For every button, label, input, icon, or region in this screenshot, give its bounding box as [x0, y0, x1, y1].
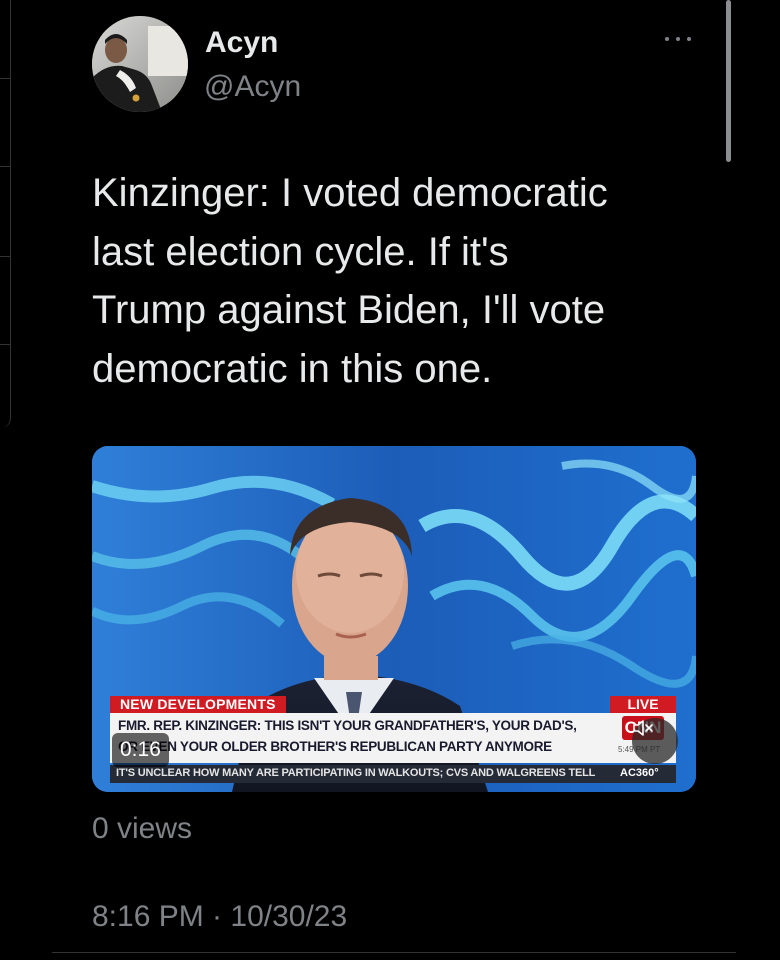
scrollbar[interactable]	[726, 0, 734, 165]
sidebar-divider	[0, 166, 10, 167]
display-name[interactable]: Acyn	[205, 26, 278, 60]
ticker-text: IT'S UNCLEAR HOW MANY ARE PARTICIPATING …	[116, 767, 596, 779]
scrollbar-thumb[interactable]	[726, 0, 731, 162]
speaker-muted-icon	[633, 720, 653, 736]
tweet-datetime[interactable]: 8:16 PM · 10/30/23	[92, 900, 347, 934]
video-player[interactable]: NEW DEVELOPMENTS LIVE FMR. REP. KINZINGE…	[92, 446, 696, 792]
live-badge: LIVE	[610, 696, 676, 713]
show-name: AC360°	[620, 767, 659, 779]
sidebar-edge	[0, 0, 11, 428]
divider	[52, 952, 736, 953]
sidebar-divider	[0, 344, 10, 345]
tweet-text-line: last election cycle. If it's	[92, 229, 509, 274]
more-horizontal-icon[interactable]	[664, 30, 692, 48]
headline-line: OR EVEN YOUR OLDER BROTHER'S REPUBLICAN …	[118, 739, 552, 754]
view-count: 0 views	[92, 812, 193, 845]
tweet-text-line: democratic in this one.	[92, 346, 493, 391]
tweet-text: Kinzinger: I voted democratic last elect…	[92, 164, 702, 398]
mute-button[interactable]	[632, 718, 678, 764]
tweet-text-line: Trump against Biden, I'll vote	[92, 288, 606, 332]
tweet-text-line: Kinzinger: I voted democratic	[92, 171, 608, 215]
headline-line: FMR. REP. KINZINGER: THIS ISN'T YOUR GRA…	[118, 718, 577, 733]
sidebar-divider	[0, 256, 10, 257]
avatar[interactable]	[92, 16, 188, 112]
user-handle[interactable]: @Acyn	[204, 70, 301, 104]
sidebar-divider	[0, 78, 10, 79]
news-tag: NEW DEVELOPMENTS	[110, 696, 286, 713]
news-ticker: IT'S UNCLEAR HOW MANY ARE PARTICIPATING …	[110, 765, 676, 783]
headline-box: FMR. REP. KINZINGER: THIS ISN'T YOUR GRA…	[110, 713, 610, 763]
video-timestamp: 0:16	[112, 733, 169, 767]
avatar-photo	[92, 16, 188, 112]
